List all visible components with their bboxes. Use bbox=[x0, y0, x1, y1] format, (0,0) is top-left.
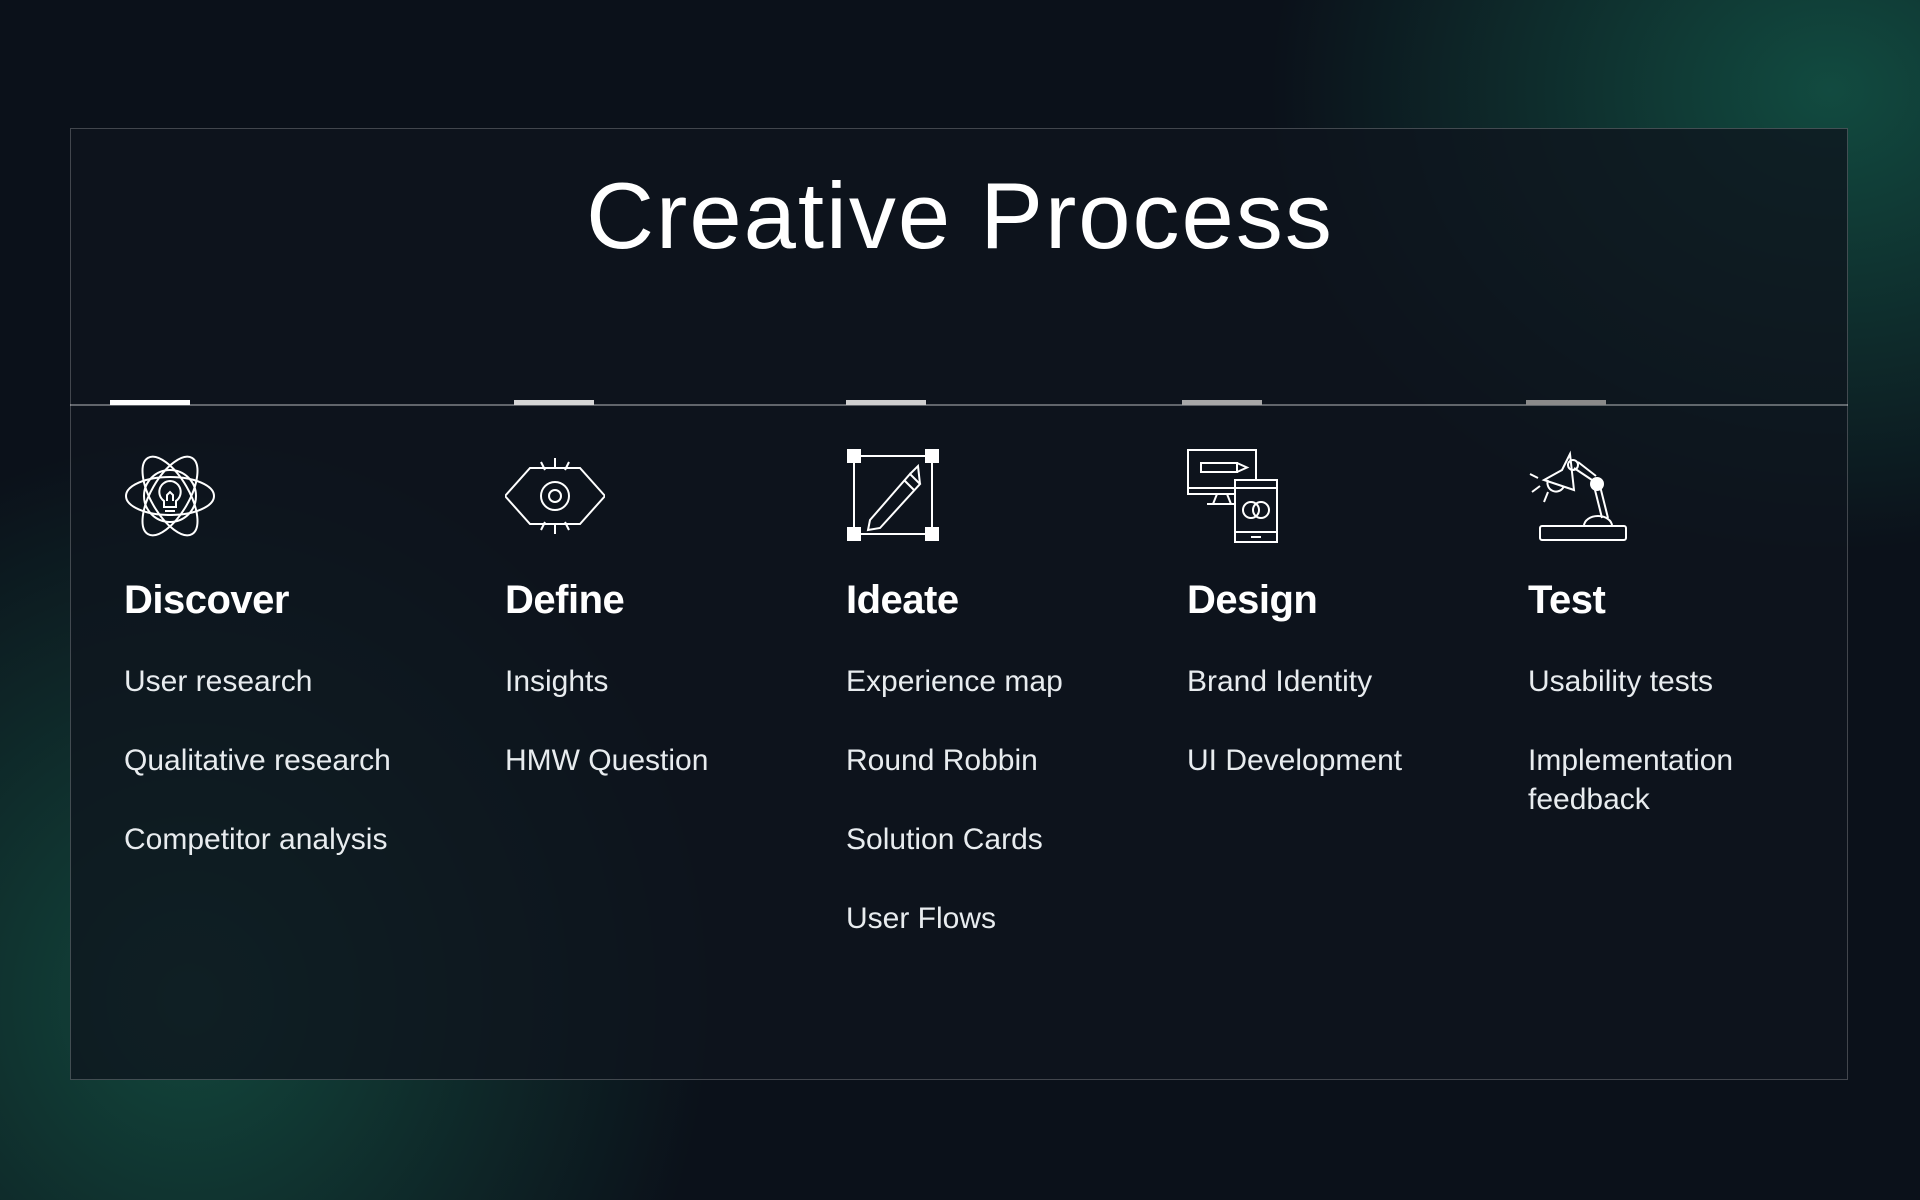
timeline-line bbox=[70, 400, 1848, 406]
list-item: User research bbox=[124, 665, 313, 698]
timeline-marker-ideate bbox=[846, 400, 926, 405]
pencil-artboard-icon bbox=[846, 448, 946, 548]
list-item: Implementation feedback bbox=[1528, 744, 1734, 816]
eye-icon bbox=[505, 448, 605, 548]
step-design: Design Brand Identity UI Development bbox=[1187, 448, 1487, 820]
timeline-marker-define bbox=[514, 400, 594, 405]
step-items: User research Qualitative research Compe… bbox=[124, 662, 424, 859]
list-item: Brand Identity bbox=[1187, 665, 1373, 698]
step-title: Discover bbox=[124, 578, 289, 622]
step-ideate: Ideate Experience map Round Robbin Solut… bbox=[846, 448, 1146, 978]
step-title: Design bbox=[1187, 578, 1318, 622]
list-item: User Flows bbox=[846, 902, 997, 935]
list-item: Insights bbox=[505, 665, 609, 698]
step-items: Brand Identity UI Development bbox=[1187, 662, 1487, 780]
step-test: Test Usability tests Implementation feed… bbox=[1528, 448, 1828, 859]
step-title: Ideate bbox=[846, 578, 959, 622]
list-item: Experience map bbox=[846, 665, 1063, 698]
list-item: Usability tests bbox=[1528, 665, 1714, 698]
list-item: Competitor analysis bbox=[124, 823, 388, 856]
desk-lamp-icon bbox=[1528, 448, 1628, 548]
step-title: Test bbox=[1528, 578, 1606, 622]
timeline-marker-test bbox=[1526, 400, 1606, 405]
list-item: Round Robbin bbox=[846, 744, 1038, 777]
devices-icon bbox=[1187, 448, 1287, 548]
list-item: Qualitative research bbox=[124, 744, 391, 777]
timeline-marker-design bbox=[1182, 400, 1262, 405]
atom-lightbulb-icon bbox=[124, 448, 224, 548]
step-items: Usability tests Implementation feedback bbox=[1528, 662, 1828, 819]
list-item: HMW Question bbox=[505, 744, 709, 777]
list-item: Solution Cards bbox=[846, 823, 1043, 856]
step-title: Define bbox=[505, 578, 625, 622]
list-item: UI Development bbox=[1187, 744, 1403, 777]
timeline-marker-discover bbox=[110, 400, 190, 405]
step-discover: Discover User research Qualitative resea… bbox=[124, 448, 424, 899]
step-define: Define Insights HMW Question bbox=[505, 448, 805, 820]
step-items: Insights HMW Question bbox=[505, 662, 805, 780]
step-items: Experience map Round Robbin Solution Car… bbox=[846, 662, 1146, 938]
page-title: Creative Process bbox=[586, 163, 1334, 268]
